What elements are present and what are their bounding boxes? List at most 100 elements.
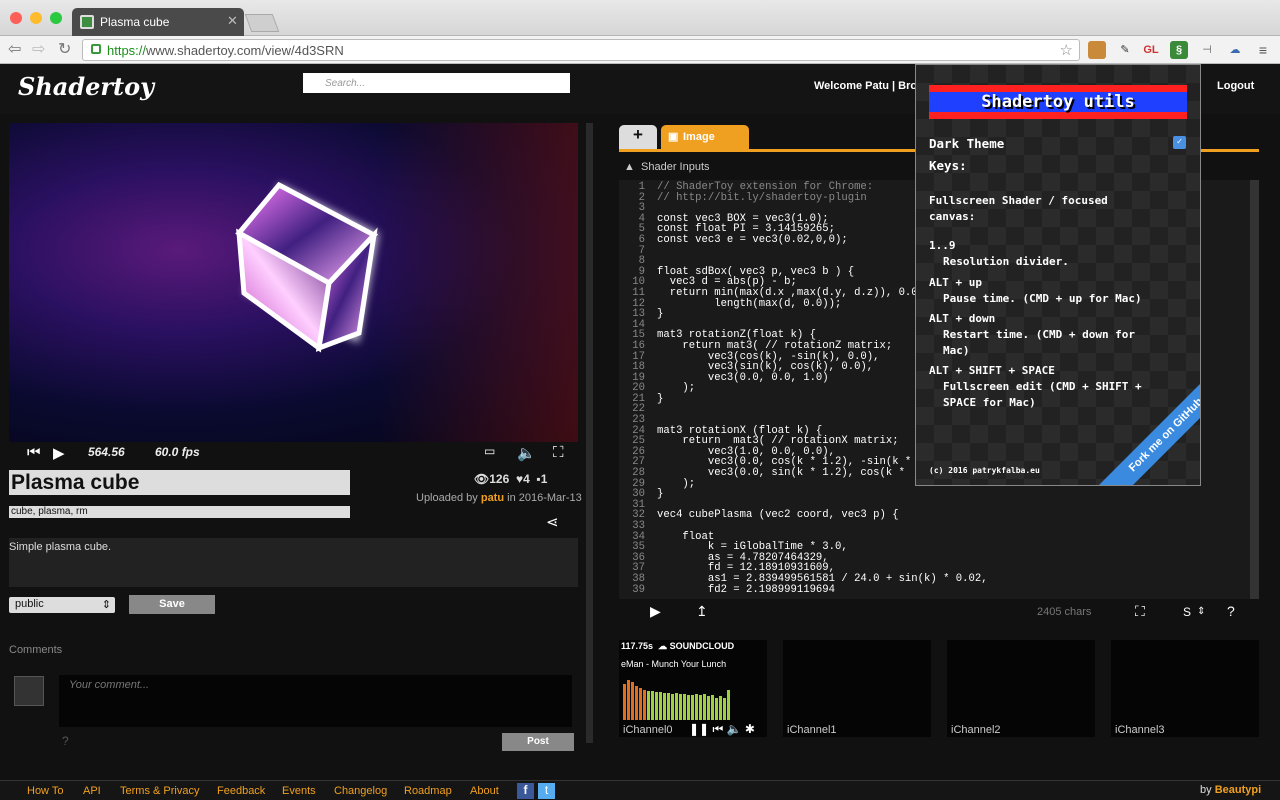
spectrum-bar [675, 693, 678, 720]
spectrum-bar [643, 690, 646, 720]
spectrum-bar [663, 693, 666, 720]
footer-link[interactable]: How To [27, 785, 63, 797]
new-tab-button[interactable] [244, 14, 280, 32]
lock-icon [91, 44, 101, 54]
shader-inputs-toggle[interactable]: ▲ Shader Inputs [624, 161, 710, 173]
tab-image[interactable]: ▣ Image [661, 125, 749, 149]
likes-count: 4 [523, 472, 530, 486]
visibility-select[interactable]: public ⇕ [9, 597, 115, 613]
author-link[interactable]: patu [481, 492, 504, 504]
spectrum-bar [691, 695, 694, 720]
shader-title-field[interactable]: Plasma cube [9, 470, 350, 495]
spectrum-bar [627, 680, 630, 720]
channel-0[interactable]: 117.75s ☁ SOUNDCLOUD eMan - Munch Your L… [619, 640, 767, 737]
cloud-extension-icon[interactable]: ☁ [1226, 41, 1244, 59]
volume-icon[interactable]: 🔈 [517, 444, 536, 462]
like-icon[interactable]: ♥ [516, 472, 523, 486]
site-footer: How To API Terms & Privacy Feedback Even… [0, 780, 1280, 800]
char-count: 2405 chars [1037, 606, 1092, 618]
shader-tags-field[interactable]: cube, plasma, rm [9, 506, 350, 518]
eyedropper-extension-icon[interactable]: ✎ [1116, 41, 1134, 59]
spectrum-bar [623, 684, 626, 720]
browser-tab[interactable]: Plasma cube ✕ [72, 8, 244, 36]
url-text: https://www.shadertoy.com/view/4d3SRN [107, 43, 344, 58]
forward-icon[interactable]: ⇨ [32, 39, 45, 59]
url-field[interactable]: https://www.shadertoy.com/view/4d3SRN ☆ [82, 39, 1080, 61]
spectrum-bar [695, 694, 698, 720]
channel-3[interactable]: iChannel3 [1111, 640, 1259, 737]
spectrum-bar [679, 694, 682, 720]
tab-close-icon[interactable]: ✕ [227, 13, 238, 29]
upload-icon[interactable]: ↥ [696, 603, 708, 620]
gl-extension-icon[interactable]: GL [1142, 41, 1160, 59]
footer-link[interactable]: Events [282, 785, 316, 797]
key-4-desc: Fullscreen edit (CMD + SHIFT + [943, 380, 1142, 393]
browser-menu-icon[interactable]: ≡ [1254, 41, 1272, 59]
maximize-window-button[interactable] [50, 12, 62, 24]
add-tab-button[interactable]: + [619, 125, 657, 149]
key-2-desc: Pause time. (CMD + up for Mac) [943, 292, 1142, 305]
compile-icon[interactable]: ▶ [650, 603, 661, 620]
font-size-select[interactable]: S [1183, 605, 1191, 619]
key-3: ALT + down [929, 312, 996, 325]
twitter-icon[interactable]: t [538, 783, 555, 799]
spectrum-bar [639, 688, 642, 720]
channel-label: iChannel3 [1115, 724, 1165, 736]
cookie-extension-icon[interactable] [1088, 41, 1106, 59]
code-line[interactable]: as1 = 2.839499561581 / 24.0 + sin(k) * 0… [657, 574, 988, 585]
facebook-icon[interactable]: f [517, 783, 534, 799]
back-icon[interactable]: ⇦ [8, 39, 21, 59]
share-icon[interactable]: ⋖ [546, 513, 559, 531]
footer-link[interactable]: Feedback [217, 785, 265, 797]
bookmark-star-icon[interactable]: ☆ [1060, 41, 1073, 59]
minimize-window-button[interactable] [30, 12, 42, 24]
channel-1[interactable]: iChannel1 [783, 640, 931, 737]
footer-link[interactable]: Terms & Privacy [120, 785, 199, 797]
pane-divider[interactable] [586, 123, 593, 743]
shadertoy-extension-icon[interactable]: § [1170, 41, 1188, 59]
save-button[interactable]: Save [129, 595, 215, 614]
logout-link[interactable]: Logout [1217, 80, 1254, 92]
post-button[interactable]: Post [502, 733, 574, 751]
line-number: 16 [632, 339, 645, 352]
dark-theme-checkbox[interactable]: ✓ [1173, 136, 1186, 149]
comment-help[interactable]: ? [62, 734, 69, 748]
fullscreen-icon[interactable]: ⛶ [553, 444, 564, 461]
favicon-icon [80, 15, 94, 29]
footer-link[interactable]: Changelog [334, 785, 387, 797]
spectrum-bar [719, 696, 722, 720]
popup-title: Shadertoy utils [929, 85, 1187, 119]
vr-icon[interactable]: ▭ [484, 444, 495, 458]
search-input[interactable]: Search... [303, 73, 570, 93]
channel-2[interactable]: iChannel2 [947, 640, 1095, 737]
expand-icon[interactable]: ⛶ [1135, 603, 1145, 620]
rewind-icon[interactable]: ⏮ [27, 444, 41, 461]
close-window-button[interactable] [10, 12, 22, 24]
pause-icon[interactable]: ❚❚ ⏮ 🔈 ✱ [689, 722, 755, 737]
help-icon[interactable]: ? [1227, 603, 1235, 619]
code-line[interactable]: } [657, 489, 988, 500]
site-logo[interactable]: Shadertoy [18, 72, 154, 101]
line-number: 33 [632, 520, 645, 532]
shader-canvas[interactable] [9, 123, 578, 442]
footer-credit: by Beautypi [1200, 784, 1262, 796]
spectrum-bar [631, 682, 634, 720]
upload-info: Uploaded by patu in 2016-Mar-13 [416, 492, 582, 504]
shader-description[interactable]: Simple plasma cube. [9, 538, 578, 587]
code-line[interactable]: vec4 cubePlasma (vec2 coord, vec3 p) { [657, 510, 988, 521]
code-line[interactable]: fd2 = 2.198999119694 [657, 584, 988, 596]
comment-input[interactable]: Your comment... [59, 675, 572, 727]
reload-icon[interactable]: ↻ [58, 39, 71, 59]
line-number: 6 [638, 233, 645, 246]
select-arrows-icon[interactable]: ⇕ [1197, 606, 1205, 617]
play-icon[interactable]: ▶ [53, 444, 65, 462]
code-line[interactable] [657, 521, 988, 532]
key-4: ALT + SHIFT + SPACE [929, 364, 1055, 377]
footer-link[interactable]: Roadmap [404, 785, 452, 797]
spectrum-bar [651, 691, 654, 720]
footer-link[interactable]: API [83, 785, 101, 797]
footer-link[interactable]: About [470, 785, 499, 797]
editor-scrollbar[interactable] [1250, 180, 1259, 599]
avatar [14, 676, 44, 706]
ruler-extension-icon[interactable]: ⊣ [1198, 41, 1216, 59]
